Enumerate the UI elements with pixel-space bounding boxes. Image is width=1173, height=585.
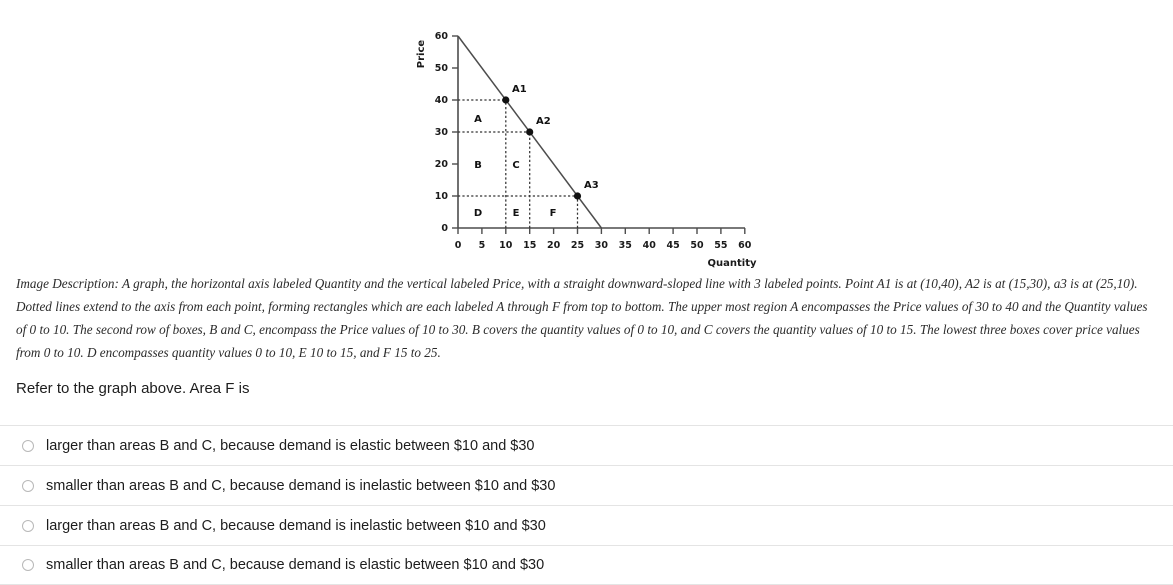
y-tick-label: 20 (435, 159, 449, 170)
graph-figure: 0 10 20 30 40 50 60 0 5 10 15 20 25 30 3… (0, 0, 1173, 272)
y-tick-label: 0 (441, 223, 448, 234)
data-point-labels: A1 A2 A3 (512, 84, 599, 191)
region-label-a: A (474, 114, 482, 125)
answer-option-1[interactable]: larger than areas B and C, because deman… (0, 425, 1173, 465)
y-axis-title: Price (416, 40, 427, 69)
region-label-e: E (513, 208, 520, 219)
data-point-a1 (502, 96, 510, 104)
y-axis-tick-labels: 0 10 20 30 40 50 60 (435, 31, 449, 234)
x-tick-label: 30 (595, 240, 609, 251)
answer-option-label: smaller than areas B and C, because dema… (46, 557, 545, 573)
x-tick-label: 15 (523, 240, 536, 251)
x-tick-label: 35 (619, 240, 632, 251)
x-tick-label: 50 (690, 240, 704, 251)
x-tick-label: 45 (666, 240, 679, 251)
image-description: Image Description: A graph, the horizont… (16, 276, 1148, 360)
answer-option-2[interactable]: smaller than areas B and C, because dema… (0, 465, 1173, 505)
x-tick-label: 25 (571, 240, 584, 251)
graph-canvas: 0 10 20 30 40 50 60 0 5 10 15 20 25 30 3… (408, 8, 768, 272)
data-point-a2 (526, 128, 534, 136)
answer-option-4[interactable]: smaller than areas B and C, because dema… (0, 545, 1173, 585)
answer-option-label: larger than areas B and C, because deman… (46, 437, 535, 454)
x-tick-label: 60 (738, 240, 752, 251)
answer-option-label: larger than areas B and C, because deman… (46, 517, 546, 534)
x-tick-label: 0 (455, 240, 462, 251)
x-tick-label: 5 (479, 240, 486, 251)
data-point-label-a1: A1 (512, 84, 527, 95)
region-label-f: F (550, 208, 557, 219)
y-tick-label: 60 (435, 31, 449, 42)
answer-option-3[interactable]: larger than areas B and C, because deman… (0, 505, 1173, 545)
data-point-a3 (573, 192, 582, 200)
demand-curve-chart: 0 10 20 30 40 50 60 0 5 10 15 20 25 30 3… (416, 31, 757, 269)
y-tick-label: 40 (435, 95, 449, 106)
radio-button-icon[interactable] (22, 439, 34, 452)
question-page: 0 10 20 30 40 50 60 0 5 10 15 20 25 30 3… (0, 0, 1173, 585)
region-label-b: B (474, 160, 482, 171)
radio-button-icon[interactable] (22, 479, 34, 492)
y-tick-label: 10 (435, 191, 449, 202)
y-tick-label: 30 (435, 127, 449, 138)
answer-option-label: smaller than areas B and C, because dema… (46, 477, 556, 494)
radio-button-icon[interactable] (22, 519, 34, 532)
region-label-c: C (512, 160, 519, 171)
x-axis-tick-labels: 0 5 10 15 20 25 30 35 40 45 50 55 60 (455, 240, 752, 251)
x-tick-label: 40 (643, 240, 657, 251)
x-tick-label: 55 (714, 240, 727, 251)
x-tick-label: 20 (547, 240, 561, 251)
x-axis-ticks (457, 228, 746, 234)
y-axis-ticks (452, 35, 458, 229)
region-labels: A B C D E F (474, 114, 557, 219)
data-point-label-a3: A3 (584, 180, 599, 191)
radio-button-icon[interactable] (22, 559, 34, 571)
answer-options: larger than areas B and C, because deman… (0, 425, 1173, 585)
question-prompt: Refer to the graph above. Area F is (16, 380, 250, 397)
x-tick-label: 10 (499, 240, 513, 251)
region-label-d: D (474, 208, 482, 219)
y-tick-label: 50 (435, 63, 449, 74)
x-axis-title: Quantity (708, 258, 757, 269)
data-point-label-a2: A2 (536, 116, 551, 127)
